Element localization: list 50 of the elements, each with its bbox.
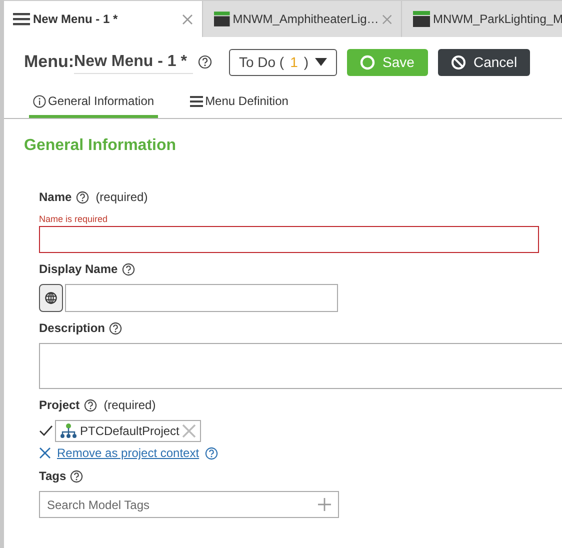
remove-context-link[interactable]: Remove as project context <box>57 446 200 460</box>
display-name-field[interactable] <box>65 284 338 312</box>
caret-icon <box>314 58 327 66</box>
list-icon <box>190 94 204 108</box>
tab-label: MNWM_AmphitheaterLig… <box>232 12 379 26</box>
description-field[interactable] <box>39 343 562 389</box>
document-tab[interactable]: New Menu - 1 * <box>4 1 203 37</box>
document-tab[interactable]: MNWM_ParkLighting_M <box>402 1 562 37</box>
field-label: Project <box>39 398 80 412</box>
section-title: General Information <box>24 137 178 155</box>
todo-dropdown[interactable]: To Do ( 1 ) <box>228 48 337 76</box>
prohibited-icon <box>451 54 466 70</box>
cancel-button[interactable]: Cancel <box>438 48 530 76</box>
tab-label: MNWM_ParkLighting_M <box>433 12 562 26</box>
help-icon[interactable] <box>84 398 97 412</box>
required-note: (required) <box>104 398 156 412</box>
circle-icon <box>360 54 375 70</box>
document-tab[interactable]: MNWM_AmphitheaterLig… <box>203 1 402 37</box>
tag-search-field[interactable]: Search Model Tags <box>39 491 339 518</box>
close-icon[interactable] <box>182 14 193 24</box>
add-icon[interactable] <box>318 498 331 511</box>
menu-name-field[interactable]: New Menu - 1 * <box>74 50 193 74</box>
close-icon[interactable] <box>39 447 51 459</box>
required-note: (required) <box>96 190 148 204</box>
field-label: Tags <box>39 469 66 483</box>
menu-icon <box>13 12 30 26</box>
section-tab[interactable]: General Information <box>29 87 158 118</box>
model-icon <box>214 11 230 27</box>
help-icon[interactable] <box>205 446 218 460</box>
help-icon[interactable] <box>70 470 84 482</box>
hierarchy-icon <box>60 423 77 439</box>
field-label: Display Name <box>39 262 118 276</box>
error-message: Name is required <box>39 214 109 224</box>
help-icon[interactable] <box>198 55 212 69</box>
model-icon <box>413 11 430 27</box>
name-field[interactable] <box>39 226 539 253</box>
info-icon <box>33 94 46 108</box>
language-button[interactable] <box>39 284 63 312</box>
project-name: PTCDefaultProject <box>80 424 180 438</box>
project-chip[interactable]: PTCDefaultProject <box>55 420 202 442</box>
tab-label: New Menu - 1 * <box>33 12 118 26</box>
help-icon[interactable] <box>122 262 135 276</box>
check-icon <box>39 425 53 437</box>
page-title-label: Menu: <box>24 52 74 72</box>
section-tab[interactable]: Menu Definition <box>186 87 292 118</box>
field-label: Name <box>39 190 72 204</box>
globe-icon <box>45 292 57 304</box>
help-icon[interactable] <box>76 190 89 204</box>
help-icon[interactable] <box>109 322 122 334</box>
field-label: Description <box>39 321 106 335</box>
